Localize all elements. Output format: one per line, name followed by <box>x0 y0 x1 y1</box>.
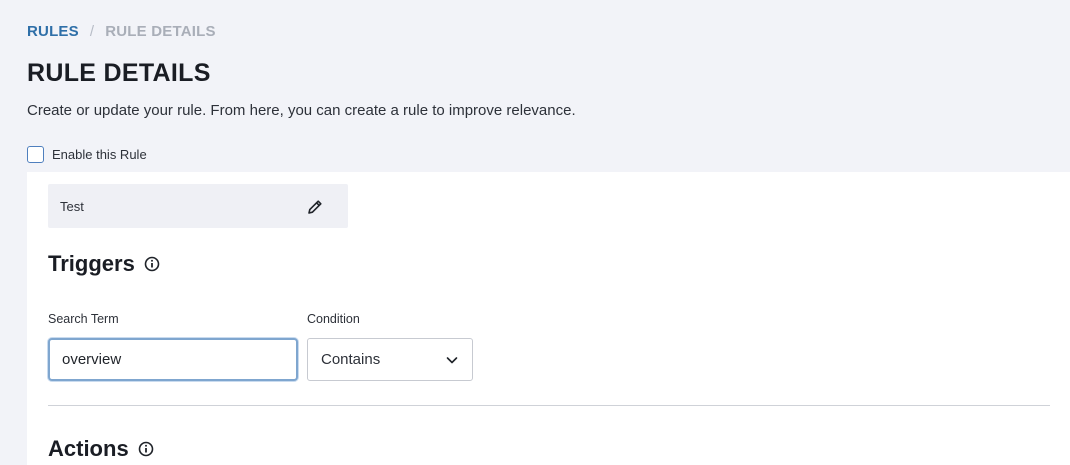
section-divider <box>48 405 1050 406</box>
rule-editor-panel: Test Triggers Search Term Condition Cont… <box>27 172 1070 465</box>
rule-name-box: Test <box>48 184 348 228</box>
breadcrumb: RULES / RULE DETAILS <box>27 23 216 40</box>
info-icon[interactable] <box>138 441 154 457</box>
search-term-input[interactable] <box>48 338 298 381</box>
actions-title: Actions <box>48 436 129 461</box>
page-description: Create or update your rule. From here, y… <box>27 102 576 119</box>
enable-rule-checkbox[interactable] <box>27 146 44 163</box>
info-icon[interactable] <box>144 256 160 272</box>
rule-name-text: Test <box>60 199 84 214</box>
actions-heading: Actions <box>48 436 154 462</box>
search-term-label: Search Term <box>48 312 119 326</box>
breadcrumb-separator: / <box>89 23 95 40</box>
triggers-heading: Triggers <box>48 251 160 277</box>
condition-label: Condition <box>307 312 360 326</box>
breadcrumb-current: RULE DETAILS <box>105 23 216 40</box>
enable-rule-label: Enable this Rule <box>52 147 147 162</box>
condition-select[interactable]: Contains <box>307 338 473 381</box>
enable-rule-toggle[interactable]: Enable this Rule <box>27 146 147 163</box>
triggers-title: Triggers <box>48 251 135 276</box>
chevron-down-icon <box>446 356 458 363</box>
rule-details-page: RULES / RULE DETAILS RULE DETAILS Create… <box>0 0 1070 465</box>
page-title: RULE DETAILS <box>27 59 211 87</box>
condition-select-value: Contains <box>321 351 381 368</box>
pencil-icon[interactable] <box>305 197 325 217</box>
breadcrumb-rules-link[interactable]: RULES <box>27 23 79 40</box>
